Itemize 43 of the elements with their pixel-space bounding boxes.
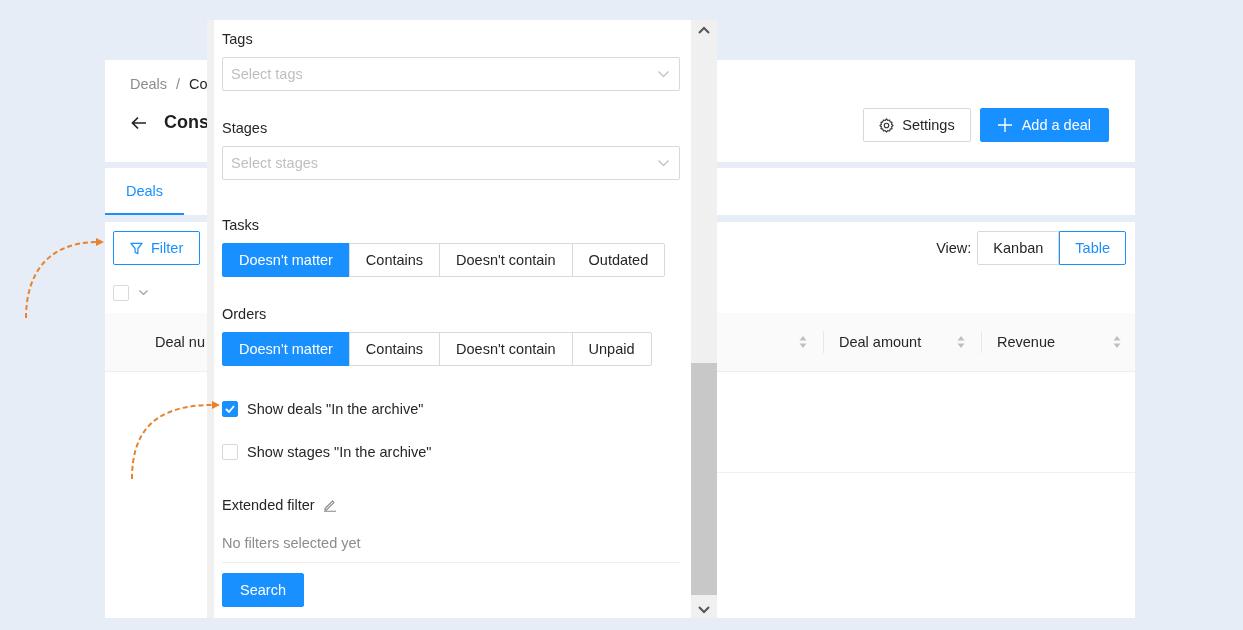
chevron-down-icon[interactable] xyxy=(658,71,669,78)
extended-filter-label: Extended filter xyxy=(222,497,315,513)
check-icon xyxy=(225,405,235,413)
settings-icon xyxy=(879,117,895,133)
back-arrow-icon[interactable] xyxy=(131,115,147,130)
settings-button[interactable]: Settings xyxy=(863,108,971,142)
column-header[interactable]: Deal amount xyxy=(823,313,981,371)
sort-icon[interactable] xyxy=(957,335,965,349)
radio-option[interactable]: Contains xyxy=(348,332,441,366)
pencil-icon[interactable] xyxy=(322,498,337,512)
checkbox-label: Show deals "In the archive" xyxy=(247,401,424,417)
radio-option[interactable]: Unpaid xyxy=(571,332,652,366)
empty-filters-text: No filters selected yet xyxy=(222,535,680,563)
scrollbar[interactable] xyxy=(691,20,717,618)
field-label: Stages xyxy=(222,120,269,136)
chevron-down-icon[interactable] xyxy=(658,160,669,167)
sort-icon[interactable] xyxy=(1113,335,1121,349)
column-header[interactable]: Deal nu xyxy=(105,313,207,371)
page-title: Cons xyxy=(164,112,209,133)
plus-icon xyxy=(997,118,1012,132)
filter-icon xyxy=(130,241,143,255)
select-all-checkbox[interactable] xyxy=(113,285,129,301)
select-field[interactable]: Select tags xyxy=(222,57,680,91)
view-option[interactable]: Kanban xyxy=(977,231,1060,265)
checkbox[interactable] xyxy=(222,401,238,417)
breadcrumb-separator: / xyxy=(176,76,181,92)
breadcrumb-link[interactable]: Co xyxy=(189,76,208,92)
select-field[interactable]: Select stages xyxy=(222,146,680,180)
radio-option[interactable]: Outdated xyxy=(571,243,666,277)
scroll-up-icon[interactable] xyxy=(698,26,710,34)
view-label: View: xyxy=(936,240,972,256)
radio-option[interactable]: Doesn't contain xyxy=(439,332,573,366)
radio-option[interactable]: Doesn't contain xyxy=(439,243,573,277)
scroll-down-icon[interactable] xyxy=(698,606,710,614)
sort-icon[interactable] xyxy=(799,335,807,349)
breadcrumb-link[interactable]: Deals xyxy=(130,76,168,92)
field-label: Tags xyxy=(222,31,254,47)
radio-option[interactable]: Contains xyxy=(348,243,441,277)
checkbox-label: Show stages "In the archive" xyxy=(247,444,432,460)
field-label: Tasks xyxy=(222,217,261,233)
column-header[interactable]: Revenue xyxy=(981,313,1135,371)
field-label: Orders xyxy=(222,306,268,322)
chevron-down-icon[interactable] xyxy=(139,290,148,296)
